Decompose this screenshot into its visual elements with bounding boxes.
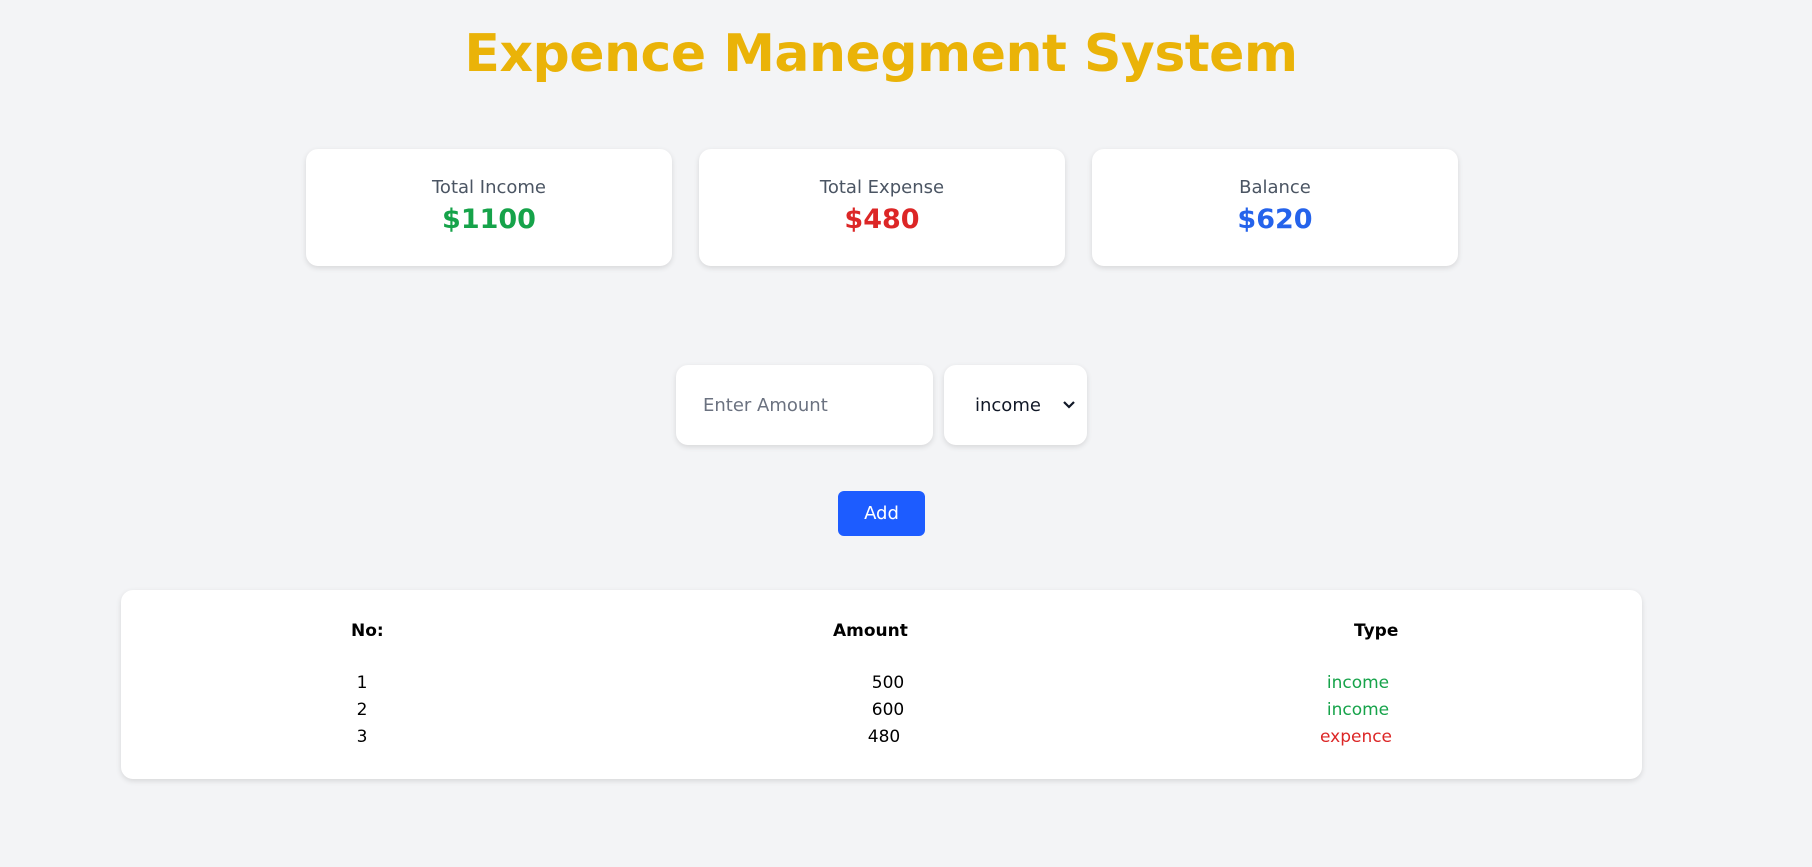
row-no: 2: [356, 700, 368, 720]
total-income-label: Total Income: [432, 177, 546, 198]
row-amount: 480: [867, 727, 901, 747]
row-no: 1: [356, 673, 368, 693]
balance-card: Balance $620: [1092, 149, 1458, 266]
row-amount: 600: [871, 700, 905, 720]
balance-value: $620: [1237, 204, 1313, 235]
transactions-table: No: Amount Type 1 500 income 2 600 incom…: [121, 590, 1642, 779]
total-income-card: Total Income $1100: [306, 149, 672, 266]
row-type: expence: [1319, 727, 1393, 747]
header-type: Type: [1354, 621, 1399, 641]
row-amount: 500: [871, 673, 905, 693]
type-select[interactable]: income: [944, 365, 1087, 445]
row-type: income: [1326, 700, 1390, 720]
row-no: 3: [356, 727, 368, 747]
header-amount: Amount: [833, 621, 908, 641]
balance-label: Balance: [1239, 177, 1311, 198]
table-row: 1 500 income: [121, 673, 1642, 700]
add-button[interactable]: Add: [838, 491, 925, 536]
table-row: 3 480 expence: [121, 727, 1642, 754]
total-income-value: $1100: [442, 204, 536, 235]
table-row: 2 600 income: [121, 700, 1642, 727]
total-expense-label: Total Expense: [819, 177, 945, 198]
page-title: Expence Manegment System: [464, 24, 1298, 84]
header-no: No:: [351, 621, 384, 641]
type-select-value: income: [975, 394, 1041, 416]
row-type: income: [1326, 673, 1390, 693]
amount-input[interactable]: [676, 365, 933, 445]
total-expense-card: Total Expense $480: [699, 149, 1065, 266]
chevron-down-icon: [1063, 397, 1075, 413]
expense-app: Expence Manegment System Total Income $1…: [0, 0, 1812, 867]
total-expense-value: $480: [844, 204, 920, 235]
summary-cards: Total Income $1100 Total Expense $480 Ba…: [306, 149, 1458, 266]
